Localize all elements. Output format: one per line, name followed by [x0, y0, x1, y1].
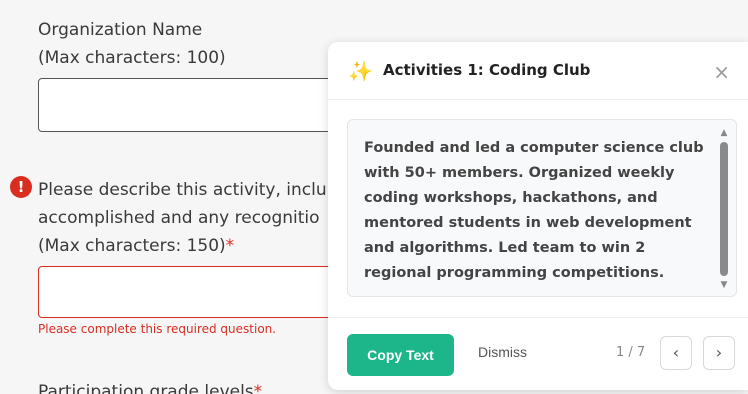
- org-name-label: Organization Name: [38, 20, 203, 40]
- error-icon: !: [10, 176, 32, 198]
- close-icon[interactable]: ×: [713, 60, 730, 84]
- org-name-hint: (Max characters: 100): [38, 48, 226, 68]
- required-mark: *: [225, 236, 235, 256]
- ai-suggestion-panel: ✨ Activities 1: Coding Club × Founded an…: [328, 42, 748, 390]
- suggestion-textbox[interactable]: Founded and led a computer science club …: [347, 119, 737, 297]
- scroll-thumb[interactable]: [720, 142, 728, 276]
- next-button[interactable]: ›: [703, 336, 735, 370]
- description-hint: (Max characters: 150)*: [38, 236, 235, 256]
- description-label-line1: Please describe this activity, inclu: [38, 180, 327, 200]
- suggestion-text: Founded and led a computer science club …: [364, 140, 704, 281]
- panel-footer: Copy Text Dismiss 1 / 7 ‹ ›: [328, 317, 748, 390]
- scroll-up-icon[interactable]: ▲: [718, 128, 730, 138]
- scroll-down-icon[interactable]: ▼: [718, 280, 730, 290]
- panel-title: Activities 1: Coding Club: [383, 61, 591, 79]
- page-indicator: 1 / 7: [616, 345, 646, 360]
- description-label-line2: accomplished and any recognitio: [38, 208, 320, 228]
- panel-header: ✨ Activities 1: Coding Club ×: [328, 42, 748, 100]
- participation-label: Participation grade levels*: [38, 382, 263, 394]
- error-message: Please complete this required question.: [38, 322, 277, 336]
- dismiss-button[interactable]: Dismiss: [478, 344, 527, 360]
- copy-text-button[interactable]: Copy Text: [347, 334, 454, 376]
- org-name-input[interactable]: [38, 78, 358, 132]
- sparkle-icon: ✨: [348, 59, 373, 83]
- prev-button[interactable]: ‹: [660, 336, 692, 370]
- description-input[interactable]: [38, 266, 358, 318]
- scrollbar[interactable]: ▲ ▼: [718, 128, 730, 290]
